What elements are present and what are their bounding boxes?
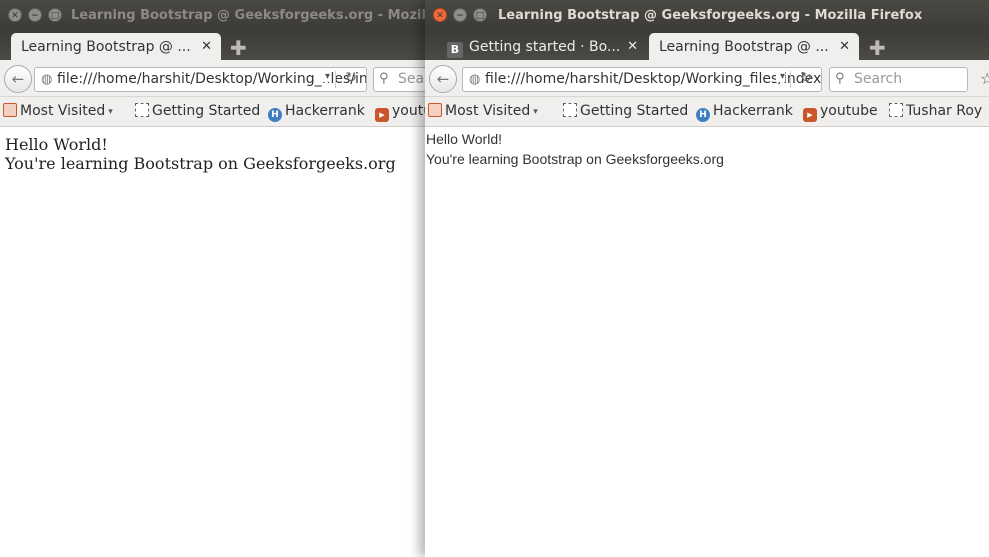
- back-arrow-icon[interactable]: ←: [4, 65, 32, 93]
- tab-strip: B Getting started · Bo... ✕ Learning Boot…: [425, 30, 989, 60]
- youtube-icon: ▶: [375, 108, 389, 122]
- title-bar[interactable]: ✕ − □ Learning Bootstrap @ Geeksforgeeks…: [0, 0, 430, 30]
- bookmark-label: Getting Started: [580, 103, 689, 119]
- close-window-icon[interactable]: ✕: [433, 8, 447, 22]
- back-arrow-icon[interactable]: ←: [429, 65, 457, 93]
- close-tab-icon[interactable]: ✕: [627, 39, 638, 54]
- search-icon: ⚲: [835, 71, 845, 86]
- url-bar[interactable]: ◍ file:///home/harshit/Desktop/Working_f…: [34, 67, 367, 92]
- close-tab-icon[interactable]: ✕: [201, 39, 212, 54]
- globe-icon: ◍: [41, 72, 53, 87]
- window-title: Learning Bootstrap @ Geeksforgeeks.org -…: [71, 8, 430, 23]
- bookmark-label: Hackerrank: [285, 103, 365, 119]
- maximize-window-icon[interactable]: □: [48, 8, 62, 22]
- chevron-down-icon: ▾: [533, 107, 538, 117]
- left-browser-window: ✕ − □ Learning Bootstrap @ Geeksforgeeks…: [0, 0, 430, 557]
- bookmark-label: Getting Started: [152, 103, 261, 119]
- bookmark-hackerrank[interactable]: H Hackerrank: [696, 103, 793, 122]
- globe-icon: ◍: [469, 72, 481, 87]
- url-dropdown-icon[interactable]: ▾: [775, 71, 785, 82]
- bookmark-getting-started[interactable]: Getting Started: [135, 103, 260, 119]
- url-text[interactable]: file:///home/harshit/Desktop/Working_fil…: [485, 71, 821, 87]
- youtube-icon: ▶: [803, 108, 817, 122]
- search-bar[interactable]: ⚲ Search: [373, 67, 430, 92]
- maximize-window-icon[interactable]: □: [473, 8, 487, 22]
- most-visited-icon: [428, 103, 442, 117]
- bookmark-tushar-roy[interactable]: Tushar Roy: [889, 103, 982, 119]
- window-title: Learning Bootstrap @ Geeksforgeeks.org -…: [498, 8, 923, 23]
- tab-strip: Learning Bootstrap @ ... ✕ ✚: [0, 30, 430, 60]
- url-separator: [335, 71, 336, 88]
- bookmarks-toolbar: Most Visited ▾ Getting Started H Hackerran…: [425, 97, 989, 127]
- bookmark-most-visited[interactable]: Most Visited ▾: [428, 103, 538, 119]
- hello-heading: Hello World!: [5, 135, 108, 154]
- tab-getting-started[interactable]: B Getting started · Bo... ✕: [437, 33, 647, 60]
- bookmark-label: Most Visited: [20, 103, 106, 119]
- search-icon: ⚲: [379, 71, 389, 86]
- url-bar[interactable]: ◍ file:///home/harshit/Desktop/Working_f…: [462, 67, 822, 92]
- hackerrank-icon: H: [268, 108, 282, 122]
- learning-text: You're learning Bootstrap on Geeksforgee…: [5, 154, 396, 173]
- page-content: Hello World! You're learning Bootstrap o…: [425, 127, 989, 171]
- page-icon: [889, 103, 903, 117]
- new-tab-icon[interactable]: ✚: [230, 36, 247, 60]
- hackerrank-icon: H: [696, 108, 710, 122]
- minimize-window-icon[interactable]: −: [28, 8, 42, 22]
- bookmarks-toolbar: Most Visited ▾ Getting Started H Hackerran…: [0, 97, 430, 127]
- learning-text: You're learning Bootstrap on Geeksforgee…: [426, 151, 724, 167]
- bookmark-youtube[interactable]: ▶youtube: [375, 103, 430, 122]
- bookmark-label: Tushar Roy: [906, 103, 983, 119]
- nav-bar: ← ◍ file:///home/harshit/Desktop/Working…: [0, 60, 430, 97]
- tab-label: Learning Bootstrap @ ...: [659, 39, 829, 55]
- bookmark-getting-started[interactable]: Getting Started: [563, 103, 688, 119]
- search-placeholder: Search: [854, 71, 903, 87]
- bookmark-hackerrank[interactable]: H Hackerrank: [268, 103, 365, 122]
- title-bar[interactable]: ✕ − □ Learning Bootstrap @ Geeksforgeeks…: [425, 0, 989, 30]
- search-bar[interactable]: ⚲ Search: [829, 67, 968, 92]
- bookmark-youtube[interactable]: ▶youtube: [803, 103, 878, 122]
- right-browser-window: ✕ − □ Learning Bootstrap @ Geeksforgeeks…: [425, 0, 989, 557]
- url-separator: [790, 71, 791, 88]
- reload-icon[interactable]: ↻: [345, 70, 357, 86]
- page-content: Hello World! You're learning Bootstrap o…: [0, 127, 430, 181]
- close-window-icon[interactable]: ✕: [8, 8, 22, 22]
- bookmark-label: youtube: [820, 103, 878, 119]
- bookmark-star-icon[interactable]: ☆: [980, 69, 989, 88]
- nav-bar: ← ◍ file:///home/harshit/Desktop/Working…: [425, 60, 989, 97]
- tab-label: Learning Bootstrap @ ...: [21, 39, 191, 55]
- bookmark-most-visited[interactable]: Most Visited ▾: [3, 103, 113, 119]
- page-icon: [563, 103, 577, 117]
- hello-heading: Hello World!: [426, 131, 502, 147]
- bootstrap-icon: B: [447, 42, 463, 58]
- new-tab-icon[interactable]: ✚: [869, 36, 886, 60]
- chevron-down-icon: ▾: [108, 107, 113, 117]
- tab-label: Getting started · Bo...: [469, 39, 621, 55]
- tab-learning-bootstrap[interactable]: Learning Bootstrap @ ... ✕: [11, 33, 221, 60]
- tab-learning-bootstrap[interactable]: Learning Bootstrap @ ... ✕: [649, 33, 859, 60]
- most-visited-icon: [3, 103, 17, 117]
- url-dropdown-icon[interactable]: ▾: [320, 71, 330, 82]
- page-icon: [135, 103, 149, 117]
- minimize-window-icon[interactable]: −: [453, 8, 467, 22]
- bookmark-label: Hackerrank: [713, 103, 793, 119]
- bookmark-label: Most Visited: [445, 103, 531, 119]
- reload-icon[interactable]: ↻: [800, 70, 812, 86]
- close-tab-icon[interactable]: ✕: [839, 39, 850, 54]
